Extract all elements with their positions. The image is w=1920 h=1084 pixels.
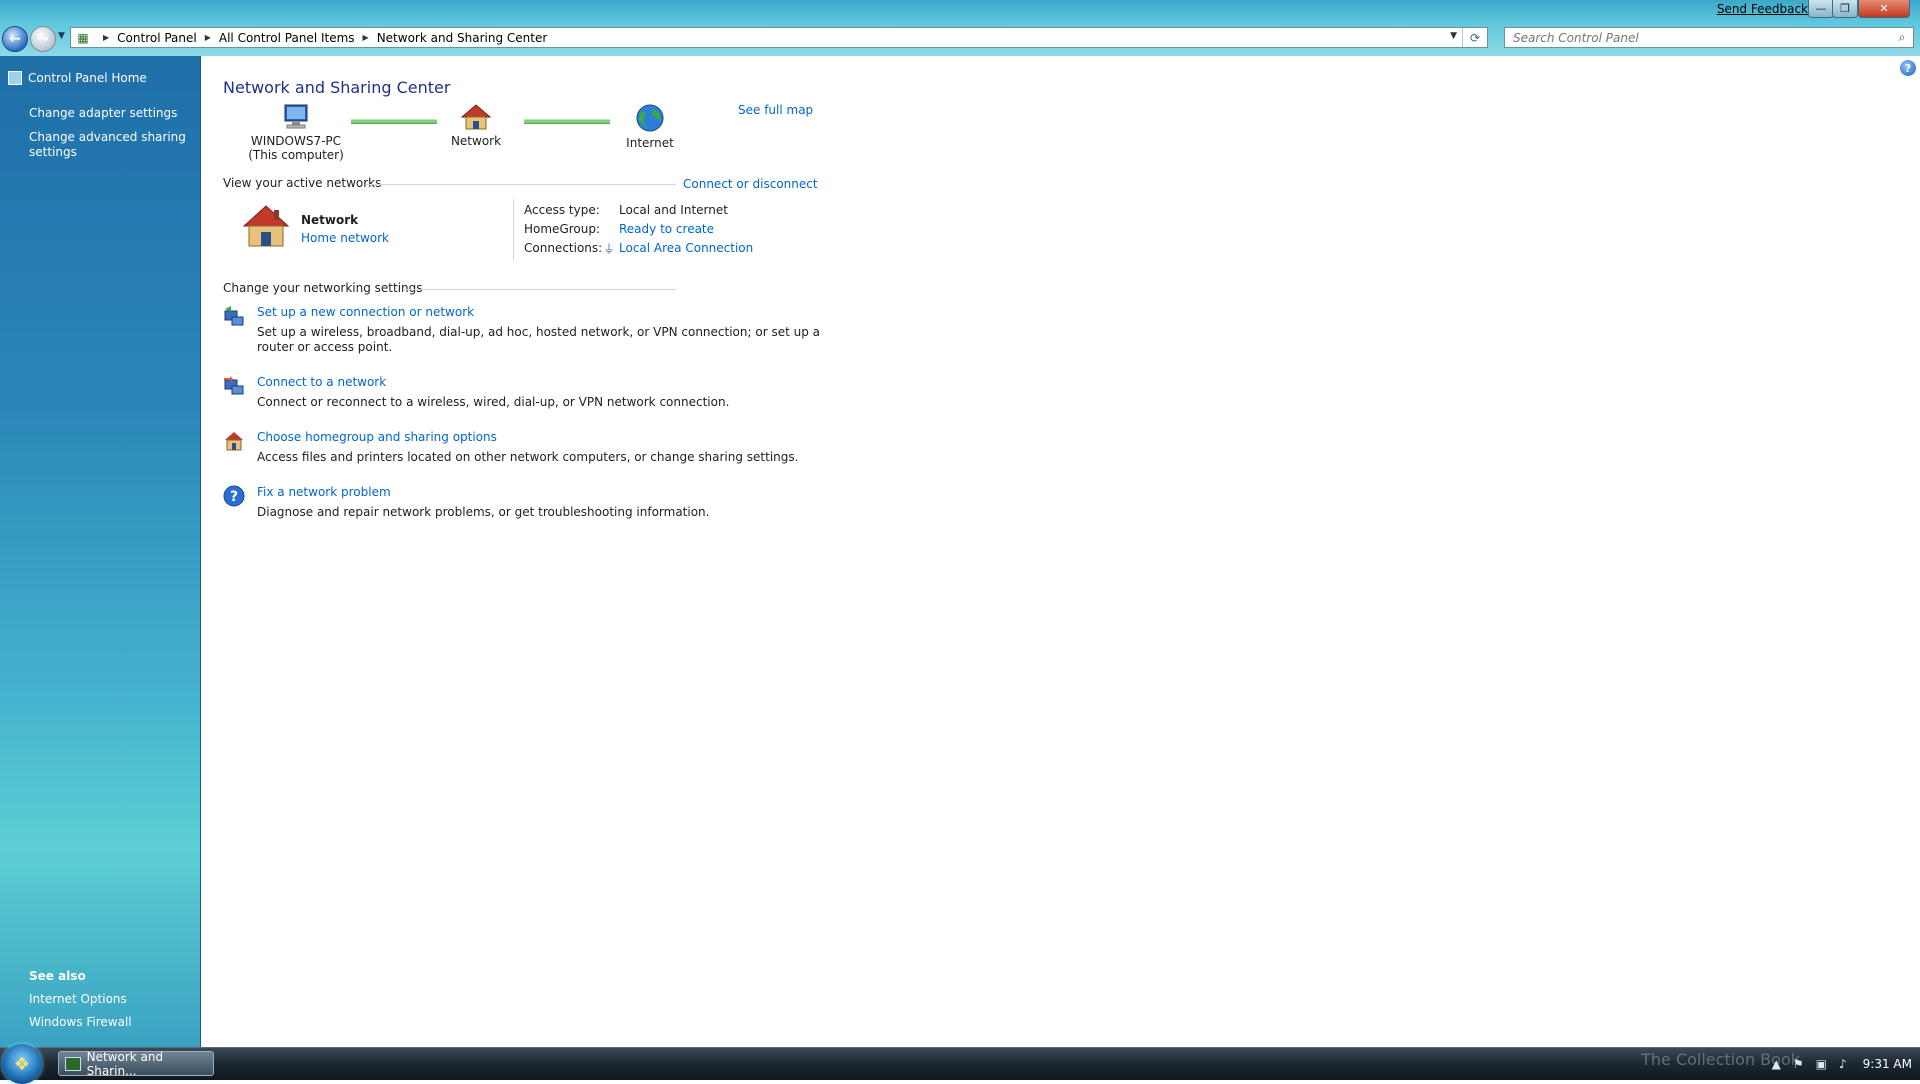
network-tray-icon[interactable]: ▣ [1816, 1057, 1827, 1071]
map-node-sublabel: (This computer) [248, 148, 344, 162]
search-input[interactable] [1511, 29, 1891, 46]
task-description: Connect or reconnect to a wireless, wire… [257, 395, 730, 409]
network-name: Network [301, 213, 359, 227]
minimize-icon: — [1815, 2, 1827, 15]
section-divider [404, 289, 676, 290]
start-button[interactable]: ❖ [2, 1044, 42, 1084]
close-button[interactable]: ✕ [1858, 0, 1910, 18]
send-feedback-link[interactable]: Send Feedback [1717, 2, 1808, 16]
search-icon[interactable]: ⌕ [1891, 30, 1913, 45]
task-title-link[interactable]: Set up a new connection or network [257, 305, 474, 319]
page-title: Network and Sharing Center [223, 78, 451, 97]
windows-logo-icon: ❖ [13, 1053, 31, 1075]
close-icon: ✕ [1879, 2, 1889, 15]
map-node-label: Internet [626, 136, 674, 150]
action-center-flag-icon[interactable]: ⚑ [1793, 1057, 1804, 1071]
task-description: Set up a wireless, broadband, dial-up, a… [257, 325, 820, 354]
taskbar-window-label: Network and Sharin... [86, 1049, 164, 1078]
window-title-bar: Send Feedback — ❐ ✕ ← → ▼ ▦ ▶ Control Pa… [0, 0, 1920, 56]
map-connection-line [351, 119, 437, 124]
connect-network-icon [223, 375, 245, 397]
taskbar-window-button[interactable]: Network and Sharin... [58, 1049, 214, 1078]
connections-label: Connections: [524, 241, 603, 255]
clock[interactable]: 9:31 AM [1863, 1057, 1912, 1071]
task-title-link[interactable]: Fix a network problem [257, 485, 391, 499]
local-area-connection-link[interactable]: Local Area Connection [619, 241, 753, 255]
system-tray: ▲ ⚑ ▣ ♪ 9:31 AM [1766, 1048, 1912, 1080]
back-arrow-icon: ← [9, 31, 21, 47]
control-panel-icon: ▦ [77, 30, 89, 45]
maximize-icon: ❐ [1840, 2, 1850, 15]
homegroup-icon [223, 430, 245, 452]
sidebar-item-label: Control Panel Home [28, 71, 147, 85]
map-connection-line [524, 119, 610, 124]
task-description: Diagnose and repair network problems, or… [257, 505, 710, 519]
homegroup-link[interactable]: Ready to create [619, 222, 714, 236]
address-bar[interactable]: ▦ ▶ Control Panel ▶ All Control Panel It… [70, 27, 1488, 48]
task-description: Access files and printers located on oth… [257, 450, 799, 464]
forward-arrow-icon: → [37, 31, 49, 47]
refresh-button[interactable]: ⟳ [1462, 28, 1487, 47]
map-node-internet[interactable]: Internet [615, 103, 685, 150]
new-connection-icon [223, 305, 245, 327]
maximize-button[interactable]: ❐ [1832, 0, 1858, 18]
taskbar: ❖ Network and Sharin... The Collection B… [0, 1044, 1920, 1084]
active-networks-heading: View your active networks [223, 176, 382, 190]
breadcrumb-separator-icon[interactable]: ▶ [363, 33, 369, 42]
map-node-network[interactable]: Network [441, 103, 511, 148]
breadcrumb-network-sharing[interactable]: Network and Sharing Center [377, 31, 548, 45]
search-box[interactable]: ⌕ [1504, 27, 1914, 48]
house-icon [242, 205, 290, 247]
network-center-icon [65, 1056, 81, 1071]
minimize-button[interactable]: — [1808, 0, 1834, 18]
back-button[interactable]: ← [2, 26, 28, 52]
computer-icon [284, 104, 308, 129]
breadcrumb-control-panel[interactable]: Control Panel [117, 31, 197, 45]
sidebar-item-internet-options[interactable]: Internet Options [29, 992, 194, 1007]
breadcrumb-separator-icon[interactable]: ▶ [103, 33, 109, 42]
access-type-label: Access type: [524, 203, 600, 217]
main-content: ? Network and Sharing Center WINDOWS7-PC… [201, 56, 1920, 1048]
show-hidden-icons-icon[interactable]: ▲ [1772, 1057, 1781, 1071]
section-divider [366, 184, 676, 185]
volume-icon[interactable]: ♪ [1839, 1057, 1847, 1071]
map-node-computer[interactable]: WINDOWS7-PC (This computer) [246, 103, 346, 162]
sidebar-item-windows-firewall[interactable]: Windows Firewall [29, 1015, 194, 1030]
breadcrumb-separator-icon[interactable]: ▶ [205, 33, 211, 42]
house-icon [460, 104, 492, 130]
access-type-value: Local and Internet [619, 203, 728, 217]
see-full-map-link[interactable]: See full map [738, 103, 813, 117]
recent-pages-dropdown[interactable]: ▼ [58, 31, 65, 41]
breadcrumb-all-items[interactable]: All Control Panel Items [219, 31, 355, 45]
connect-or-disconnect-link[interactable]: Connect or disconnect [683, 177, 818, 191]
sidebar-item-adapter-settings[interactable]: Change adapter settings [29, 106, 194, 121]
svg-text:?: ? [230, 489, 238, 505]
help-icon[interactable]: ? [1900, 60, 1916, 76]
troubleshoot-icon: ? [223, 485, 245, 507]
map-node-label: Network [450, 134, 502, 148]
task-title-link[interactable]: Choose homegroup and sharing options [257, 430, 497, 444]
sidebar-item-control-panel-home[interactable]: Control Panel Home [8, 71, 147, 85]
networking-settings-heading: Change your networking settings [223, 281, 423, 295]
network-type-link[interactable]: Home network [301, 231, 389, 245]
globe-icon [636, 104, 664, 132]
vertical-divider [513, 199, 514, 261]
ethernet-icon: ⏚ [603, 242, 616, 256]
map-node-label: WINDOWS7-PC [250, 134, 342, 148]
address-dropdown-icon[interactable]: ▼ [1450, 31, 1457, 41]
forward-button[interactable]: → [30, 26, 56, 52]
sidebar-item-advanced-sharing[interactable]: Change advanced sharing settings [29, 130, 194, 160]
homegroup-label: HomeGroup: [524, 222, 601, 236]
task-title-link[interactable]: Connect to a network [257, 375, 386, 389]
sidebar: Control Panel Home Change adapter settin… [0, 56, 201, 1048]
see-also-heading: See also [29, 969, 86, 983]
control-panel-home-icon [8, 71, 22, 85]
